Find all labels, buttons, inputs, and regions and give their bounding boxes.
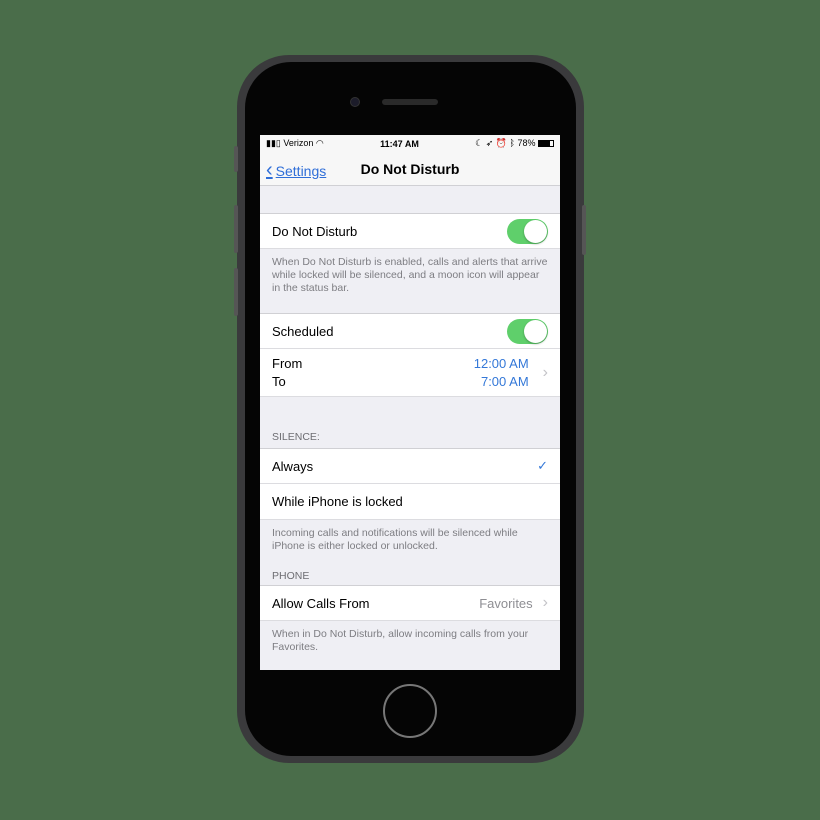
status-bar: ▮▮▯ Verizon ◠ 11:47 AM ☾ ➶ ⏰ ᛒ 78% — [260, 135, 560, 152]
alarm-icon: ⏰ — [495, 138, 508, 148]
back-label: Settings — [275, 162, 327, 179]
dnd-label: Do Not Disturb — [272, 223, 358, 239]
from-label: From — [272, 355, 303, 371]
chevron-right-icon: › — [542, 363, 548, 381]
scheduled-row: Scheduled — [260, 313, 560, 349]
phone-header: PHONE — [272, 570, 310, 582]
silence-locked-row[interactable]: While iPhone is locked — [260, 484, 560, 520]
clock: 11:47 AM — [380, 138, 419, 149]
locked-label: While iPhone is locked — [272, 494, 403, 509]
to-value: 7:00 AM — [480, 373, 529, 389]
location-icon: ➶ — [485, 138, 494, 148]
to-label: To — [272, 373, 286, 389]
from-value: 12:00 AM — [473, 355, 529, 371]
volume-down-button — [234, 268, 238, 316]
wifi-icon: ◠ — [315, 138, 324, 148]
allow-calls-label: Allow Calls From — [272, 595, 370, 611]
back-button[interactable]: ‹ Settings — [266, 159, 326, 182]
home-button[interactable] — [383, 684, 437, 738]
chevron-left-icon: ‹ — [266, 159, 273, 181]
dnd-toggle[interactable] — [507, 218, 548, 244]
scheduled-toggle[interactable] — [507, 318, 548, 344]
carrier: Verizon — [283, 138, 314, 148]
mute-switch — [234, 146, 238, 172]
battery-icon — [538, 140, 554, 148]
allow-calls-value: Favorites — [479, 595, 533, 611]
battery-percent: 78% — [517, 138, 536, 148]
dnd-row: Do Not Disturb — [260, 213, 560, 249]
bluetooth-icon: ᛒ — [509, 138, 515, 148]
moon-icon: ☾ — [475, 138, 484, 148]
silence-always-row[interactable]: Always ✓ — [260, 448, 560, 484]
camera-icon — [350, 97, 360, 107]
signal-icon: ▮▮▯ — [266, 138, 281, 148]
navigation-bar: ‹ Settings Do Not Disturb — [260, 152, 560, 186]
silence-footer: Incoming calls and notifications will be… — [272, 527, 518, 552]
speaker-grille — [382, 99, 438, 105]
dnd-footer: When Do Not Disturb is enabled, calls an… — [272, 256, 548, 294]
power-button — [582, 205, 586, 255]
allow-calls-row[interactable]: Allow Calls From Favorites › — [260, 585, 560, 621]
always-label: Always — [272, 458, 314, 474]
volume-up-button — [234, 205, 238, 253]
schedule-time-row[interactable]: From To 12:00 AM 7:00 AM › — [260, 349, 560, 397]
screen: ▮▮▯ Verizon ◠ 11:47 AM ☾ ➶ ⏰ ᛒ 78% ‹ Sett… — [260, 135, 560, 670]
silence-header: SILENCE: — [272, 431, 320, 443]
checkmark-icon: ✓ — [537, 458, 548, 473]
chevron-right-icon: › — [542, 594, 548, 611]
scheduled-label: Scheduled — [272, 323, 334, 339]
phone-footer: When in Do Not Disturb, allow incoming c… — [272, 628, 529, 653]
